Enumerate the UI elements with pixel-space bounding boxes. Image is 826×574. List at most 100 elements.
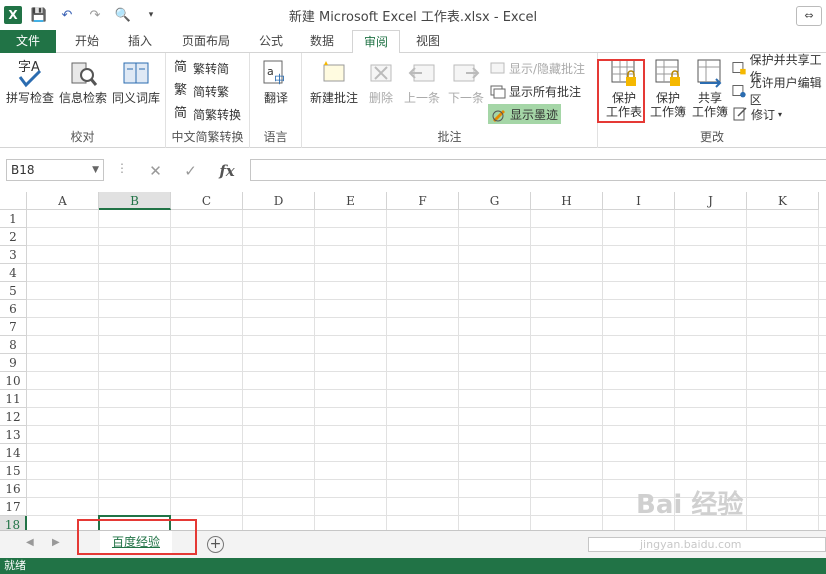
trad-to-simp-button[interactable]: 简繁转简	[174, 58, 229, 78]
tab-review[interactable]: 审阅	[352, 30, 400, 54]
row-header[interactable]: 6	[0, 300, 27, 318]
row-header[interactable]: 1	[0, 210, 27, 228]
worksheet-grid[interactable]: A B C D E F G H I J K 1 2 3 4 5 6 7 8 9 10 11 12 13 14 15 16 17 18	[0, 192, 826, 530]
grid-line-vertical	[746, 210, 747, 530]
group-comments: 新建批注 删除 上一条 下一条 显示/隐藏批注 显示所有批注 显示墨迹 批注	[302, 53, 598, 148]
share-workbook-label-2: 工作簿	[691, 105, 728, 119]
chevron-down-icon: ▼	[92, 165, 99, 175]
tab-formulas[interactable]: 公式	[248, 30, 294, 53]
grid-line-horizontal	[27, 281, 826, 282]
spell-check-icon: 字A	[18, 60, 42, 88]
svg-text:中: 中	[274, 73, 285, 86]
grid-line-horizontal	[27, 371, 826, 372]
row-header[interactable]: 10	[0, 372, 27, 390]
row-header[interactable]: 7	[0, 318, 27, 336]
grid-line-horizontal	[27, 389, 826, 390]
tab-data[interactable]: 数据	[298, 30, 346, 53]
protect-workbook-label-2: 工作簿	[649, 105, 686, 119]
spell-check-button[interactable]: 字A 拼写检查	[4, 57, 56, 105]
protect-workbook-button[interactable]: 保护 工作簿	[646, 57, 690, 119]
group-proofing: 字A 拼写检查 信息检索 同义词库 校对	[0, 53, 166, 148]
row-header[interactable]: 4	[0, 264, 27, 282]
group-label-chinese: 中文简繁转换	[171, 130, 244, 144]
row-header[interactable]: 2	[0, 228, 27, 246]
allow-edit-ranges-button[interactable]: 允许用户编辑区	[732, 76, 826, 107]
delete-comment-label: 删除	[368, 91, 393, 105]
add-sheet-icon[interactable]: +	[207, 536, 224, 553]
tab-insert[interactable]: 插入	[116, 30, 164, 53]
highlight-protect-sheet	[597, 59, 645, 123]
row-header[interactable]: 12	[0, 408, 27, 426]
select-all-corner[interactable]	[0, 192, 27, 210]
thesaurus-button[interactable]: 同义词库	[110, 57, 162, 105]
tab-view[interactable]: 视图	[404, 30, 452, 53]
translate-label: 翻译	[263, 91, 288, 105]
column-header[interactable]: C	[171, 192, 243, 210]
chevron-down-icon: ▾	[778, 109, 783, 119]
grid-line-horizontal	[27, 353, 826, 354]
column-header[interactable]: J	[675, 192, 747, 210]
row-header[interactable]: 14	[0, 444, 27, 462]
protect-share-icon	[732, 62, 746, 75]
trad-char-icon: 简	[174, 60, 188, 75]
show-all-comments-button[interactable]: 显示所有批注	[490, 81, 581, 101]
research-button[interactable]: 信息检索	[56, 57, 110, 105]
row-header[interactable]: 9	[0, 354, 27, 372]
share-workbook-button[interactable]: 共享 工作簿	[688, 57, 732, 119]
tab-page-layout[interactable]: 页面布局	[170, 30, 242, 53]
formula-bar: B18 ▼ ⋮ ✕ ✓ fx	[0, 157, 826, 185]
column-header[interactable]: G	[459, 192, 531, 210]
translate-button[interactable]: a中 翻译	[254, 57, 298, 105]
row-header[interactable]: 17	[0, 498, 27, 516]
row-header[interactable]: 15	[0, 462, 27, 480]
share-workbook-icon	[697, 59, 722, 88]
row-header[interactable]: 18	[0, 516, 27, 530]
conversion-button[interactable]: 简简繁转换	[174, 104, 241, 124]
insert-function-icon[interactable]: fx	[219, 162, 234, 180]
row-header[interactable]: 8	[0, 336, 27, 354]
svg-text:a: a	[267, 65, 274, 78]
next-sheet-icon[interactable]: ▶	[52, 537, 60, 548]
delete-comment-button[interactable]: 删除	[362, 57, 400, 105]
grid-line-vertical	[458, 210, 459, 530]
previous-comment-button[interactable]: 上一条	[400, 57, 444, 105]
track-changes-button[interactable]: 修订 ▾	[732, 104, 782, 124]
column-header[interactable]: F	[387, 192, 459, 210]
column-header[interactable]: K	[747, 192, 819, 210]
prev-sheet-icon[interactable]: ◀	[26, 537, 34, 548]
column-header[interactable]: I	[603, 192, 675, 210]
column-header[interactable]: H	[531, 192, 603, 210]
row-header[interactable]: 13	[0, 426, 27, 444]
grid-line-horizontal	[27, 443, 826, 444]
grid-line-horizontal	[27, 227, 826, 228]
row-header[interactable]: 11	[0, 390, 27, 408]
formula-input[interactable]	[250, 159, 826, 181]
cancel-icon[interactable]: ✕	[149, 162, 162, 180]
new-comment-button[interactable]: 新建批注	[306, 57, 362, 105]
column-header[interactable]: D	[243, 192, 315, 210]
grid-line-horizontal	[27, 263, 826, 264]
ribbon-tabs: 文件 开始 插入 页面布局 公式 数据 审阅 视图	[0, 30, 826, 54]
tab-file[interactable]: 文件	[0, 30, 56, 53]
research-label: 信息检索	[58, 91, 107, 105]
grid-line-horizontal	[27, 479, 826, 480]
grid-line-vertical	[602, 210, 603, 530]
enter-icon[interactable]: ✓	[184, 162, 197, 180]
protect-workbook-label-1: 保护	[655, 91, 680, 105]
show-hide-comment-button[interactable]: 显示/隐藏批注	[490, 58, 585, 78]
simp-char-icon: 繁	[174, 83, 188, 98]
row-header[interactable]: 5	[0, 282, 27, 300]
next-comment-button[interactable]: 下一条	[444, 57, 488, 105]
simp-to-trad-button[interactable]: 繁简转繁	[174, 81, 229, 101]
convert-char-icon: 简	[174, 106, 188, 121]
formula-bar-grip-icon: ⋮	[116, 161, 128, 175]
row-header[interactable]: 3	[0, 246, 27, 264]
column-header[interactable]: B	[99, 192, 171, 210]
name-box[interactable]: B18 ▼	[6, 159, 104, 181]
column-header[interactable]: A	[27, 192, 99, 210]
tab-home[interactable]: 开始	[62, 30, 112, 53]
row-header[interactable]: 16	[0, 480, 27, 498]
restore-ribbon-button[interactable]: ⇔	[796, 6, 822, 26]
show-ink-button[interactable]: 显示墨迹	[488, 104, 562, 124]
column-header[interactable]: E	[315, 192, 387, 210]
